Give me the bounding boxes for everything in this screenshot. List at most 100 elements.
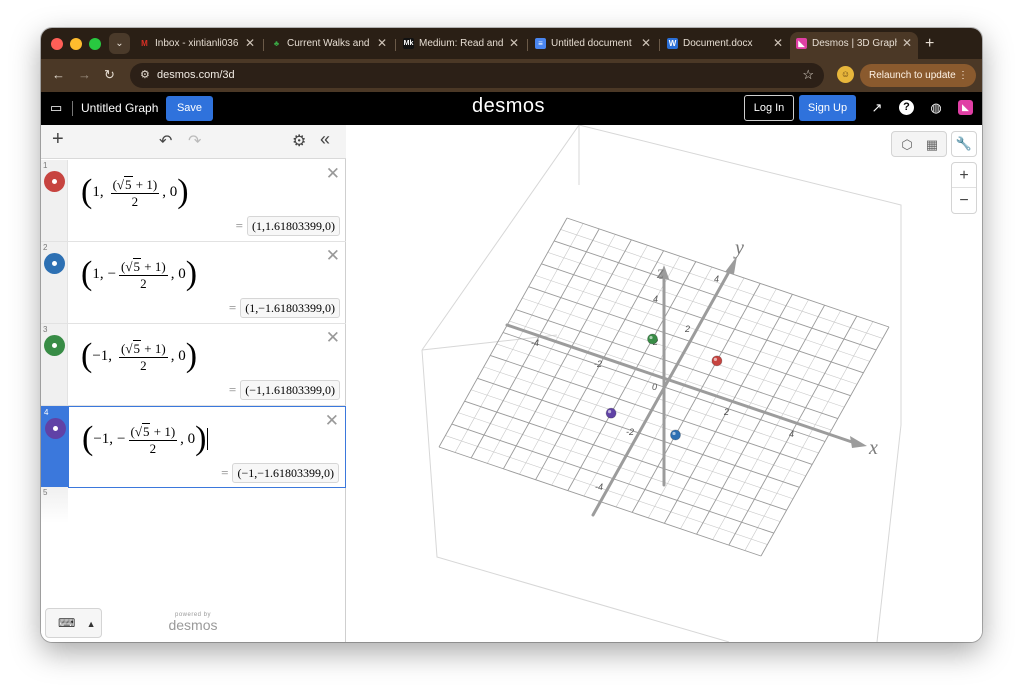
zoom-out-button[interactable]: − [952, 188, 976, 213]
share-icon[interactable]: ↗ [869, 100, 885, 116]
expression-row[interactable]: 3 ( −1, (√5 + 1) 2 , 0 ) ✕ = (−1,1.61803… [41, 324, 346, 406]
relaunch-label: Relaunch to update [869, 70, 956, 81]
tab-label: Current Walks and [287, 38, 370, 49]
signup-button[interactable]: Sign Up [799, 95, 856, 121]
graph-title[interactable]: Untitled Graph [81, 101, 158, 115]
graph-point-highlight [672, 431, 676, 436]
grid-view-icon[interactable]: ▦ [922, 136, 942, 154]
expression-toolbar: + ↶ ↷ ⚙ « [41, 125, 346, 159]
url-text: desmos.com/3d [157, 69, 235, 81]
tab-close-icon[interactable]: ✕ [509, 32, 519, 55]
point-color-icon[interactable] [44, 171, 65, 192]
tab-google-docs[interactable]: ≡ Untitled document ✕ [529, 32, 657, 59]
graph-settings-wrench-icon[interactable]: 🔧 [951, 131, 977, 157]
tab-medium[interactable]: Mk Medium: Read and ✕ [397, 32, 525, 59]
tab-close-icon[interactable]: ✕ [773, 32, 783, 55]
graph-point[interactable] [670, 429, 681, 441]
minimize-window-button[interactable] [70, 38, 82, 50]
powered-by-desmos[interactable]: powered by desmos [165, 612, 221, 632]
expression-math[interactable]: ( −1, (√5 + 1) 2 , 0 ) [81, 336, 197, 376]
evaluation-result: (1,−1.61803399,0) [240, 298, 340, 318]
tab-close-icon[interactable]: ✕ [902, 32, 912, 55]
tab-word-doc[interactable]: W Document.docx ✕ [661, 32, 789, 59]
expression-math[interactable]: ( 1, − (√5 + 1) 2 , 0 ) [81, 254, 197, 294]
tab-label: Inbox - xintianli036 [155, 38, 239, 49]
folder-icon[interactable]: ▭ [50, 100, 62, 116]
zoom-window-button[interactable] [89, 38, 101, 50]
graph-point[interactable] [647, 333, 658, 345]
y-axis-label: y [733, 237, 744, 259]
bookmark-star-icon[interactable]: ☆ [802, 67, 814, 83]
help-icon[interactable]: ? [899, 100, 914, 115]
graph-3d-svg[interactable]: x y z -4 -2 2 4 -4 -2 2 4 2 4 0 [347, 125, 982, 642]
site-settings-icon[interactable]: ⚙ [140, 68, 150, 81]
tab-label: Desmos | 3D Graph [812, 38, 897, 49]
graph-3d-canvas[interactable]: x y z -4 -2 2 4 -4 -2 2 4 2 4 0 ⬡ ▦ [347, 125, 982, 642]
expression-row-selected[interactable]: 4 ( −1, − (√5 + 1) 2 , 0 ) ✕ = (−1,−1.61… [41, 406, 346, 488]
expression-row[interactable]: 1 ( 1, (√5 + 1) 2 , 0 ) ✕ = (1,1.6180339… [41, 160, 346, 242]
tab-close-icon[interactable]: ✕ [245, 32, 255, 55]
delete-expression-icon[interactable]: ✕ [325, 412, 339, 429]
desmos-icon: ◣ [796, 38, 807, 49]
tab-label: Untitled document [551, 38, 632, 49]
navigation-bar: ← → ↻ ⚙ desmos.com/3d ☆ ☺ Relaunch to up… [41, 59, 982, 92]
cube-view-icon[interactable]: ⬡ [897, 136, 917, 154]
add-item-plus-icon[interactable]: + [52, 129, 64, 149]
desmos-flag-icon[interactable]: ◣ [958, 100, 973, 115]
delete-expression-icon[interactable]: ✕ [326, 247, 340, 264]
point-color-icon[interactable] [44, 335, 65, 356]
point-color-icon[interactable] [44, 253, 65, 274]
evaluation-result: (−1,1.61803399,0) [240, 380, 340, 400]
svg-text:2: 2 [684, 324, 690, 334]
tab-desmos-active[interactable]: ◣ Desmos | 3D Graph ✕ [790, 32, 918, 59]
keyboard-toggle-button[interactable]: ⌨ ▲ [45, 608, 102, 638]
tab-search-chevron-icon[interactable]: ⌄ [109, 33, 130, 54]
new-tab-plus-icon[interactable]: + [925, 32, 934, 55]
graph-point[interactable] [605, 407, 617, 419]
x-axis-label: x [868, 437, 878, 459]
settings-gear-icon[interactable]: ⚙ [292, 133, 306, 150]
close-window-button[interactable] [51, 38, 63, 50]
empty-expression-row[interactable]: 5 [41, 487, 68, 523]
graph-point-highlight [649, 335, 653, 340]
undo-icon[interactable]: ↶ [159, 133, 172, 150]
browser-window: ⌄ M Inbox - xintianli036 ✕ ♣ Current Wal… [41, 28, 982, 642]
zoom-controls: + − [951, 162, 977, 214]
svg-text:-2: -2 [626, 427, 634, 437]
svg-text:4: 4 [653, 294, 658, 304]
zoom-in-button[interactable]: + [952, 163, 976, 188]
save-button[interactable]: Save [166, 96, 213, 121]
relaunch-button[interactable]: Relaunch to update ⋮ [860, 64, 976, 87]
expression-math[interactable]: ( 1, (√5 + 1) 2 , 0 ) [81, 172, 189, 212]
grid-line [696, 304, 825, 535]
svg-text:-4: -4 [595, 482, 603, 492]
delete-expression-icon[interactable]: ✕ [326, 329, 340, 346]
more-vert-icon[interactable]: ⋮ [958, 64, 968, 87]
back-arrow-icon[interactable]: ← [52, 67, 65, 83]
svg-text:4: 4 [789, 429, 794, 439]
extension-icon[interactable]: ☺ [837, 66, 854, 83]
language-globe-icon[interactable]: ◍ [928, 100, 944, 116]
redo-icon[interactable]: ↷ [188, 133, 201, 150]
collapse-panel-icon[interactable]: « [320, 130, 330, 148]
x-axis-arrow [850, 436, 867, 448]
expression-math[interactable]: ( −1, − (√5 + 1) 2 , 0 ) [82, 419, 209, 459]
delete-expression-icon[interactable]: ✕ [326, 165, 340, 182]
text-cursor [207, 428, 209, 450]
evaluation-result: (−1,−1.61803399,0) [232, 463, 339, 483]
svg-text:0: 0 [652, 382, 657, 392]
tab-strip: ⌄ M Inbox - xintianli036 ✕ ♣ Current Wal… [41, 28, 982, 59]
tab-gmail[interactable]: M Inbox - xintianli036 ✕ [133, 32, 261, 59]
login-button[interactable]: Log In [744, 95, 794, 121]
graph-point[interactable] [711, 355, 723, 367]
address-bar[interactable]: ⚙ desmos.com/3d ☆ [130, 63, 824, 88]
tab-close-icon[interactable]: ✕ [641, 32, 651, 55]
graph-point-highlight [713, 357, 718, 361]
expression-row[interactable]: 2 ( 1, − (√5 + 1) 2 , 0 ) ✕ = (1,−1.6180… [41, 242, 346, 324]
forward-arrow-icon[interactable]: → [78, 67, 91, 83]
point-color-icon[interactable] [45, 418, 66, 439]
tab-close-icon[interactable]: ✕ [377, 32, 387, 55]
tab-walks[interactable]: ♣ Current Walks and ✕ [265, 32, 393, 59]
reload-icon[interactable]: ↻ [104, 67, 115, 83]
expression-list: + ↶ ↷ ⚙ « 1 ( 1, (√5 + 1) 2 , 0 ) ✕ = (1… [41, 125, 346, 642]
